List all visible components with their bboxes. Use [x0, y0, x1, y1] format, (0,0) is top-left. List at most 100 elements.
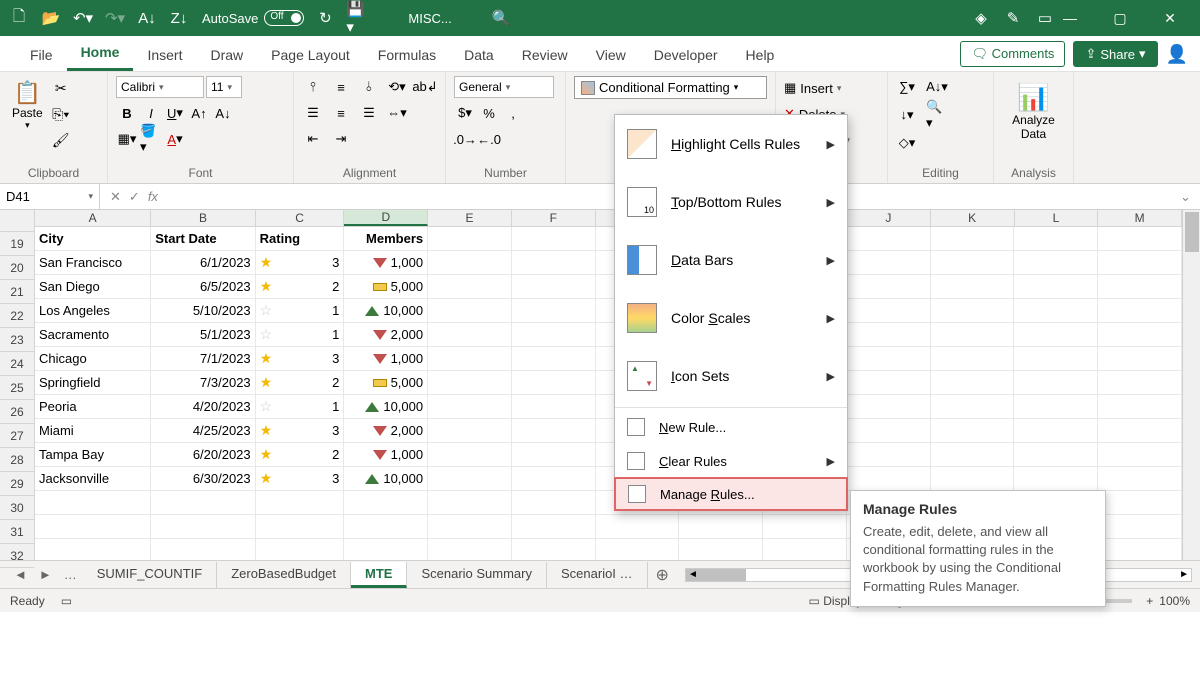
cf-menu-manage-rules[interactable]: Manage Rules...	[614, 477, 848, 511]
fill-color-icon[interactable]: 🪣▾	[140, 128, 162, 150]
cancel-formula-icon[interactable]: ✕	[110, 189, 121, 205]
cell[interactable]	[428, 251, 512, 275]
row-header[interactable]: 27	[0, 424, 34, 448]
cell[interactable]	[847, 467, 931, 491]
sort-asc-icon[interactable]: A↓	[136, 7, 158, 29]
cell[interactable]	[1098, 299, 1182, 323]
copy-icon[interactable]: ⎘▾	[51, 104, 71, 124]
cell[interactable]	[512, 275, 596, 299]
cell[interactable]	[428, 371, 512, 395]
sheet-nav-next[interactable]: ►	[33, 567, 58, 582]
cell[interactable]	[1014, 323, 1098, 347]
paste-button[interactable]: 📋 Paste ▾	[8, 76, 47, 166]
cell[interactable]	[931, 347, 1015, 371]
cell[interactable]	[344, 515, 428, 539]
cell[interactable]: San Francisco	[35, 251, 151, 275]
cell[interactable]	[344, 539, 428, 560]
cell[interactable]	[35, 515, 151, 539]
cell[interactable]	[512, 515, 596, 539]
menu-tab-review[interactable]: Review	[508, 39, 582, 71]
cell[interactable]	[1014, 443, 1098, 467]
search-icon[interactable]: 🔍	[492, 9, 511, 27]
cell[interactable]	[847, 227, 931, 251]
sheet-tab[interactable]: ZeroBasedBudget	[217, 562, 351, 588]
refresh-icon[interactable]: ↻	[314, 7, 336, 29]
cell[interactable]	[1098, 491, 1182, 515]
cell[interactable]: 4/20/2023	[151, 395, 255, 419]
cf-menu-new-rule[interactable]: New Rule...	[615, 410, 847, 444]
sort-desc-icon[interactable]: Z↓	[168, 7, 190, 29]
cell[interactable]	[256, 539, 345, 560]
wrap-text-icon[interactable]: ab↲	[414, 76, 436, 98]
cell[interactable]	[256, 515, 345, 539]
sheet-tab[interactable]: Scenario Summary	[407, 562, 547, 588]
cell[interactable]	[1098, 515, 1182, 539]
merge-icon[interactable]: ⇔▾	[386, 102, 408, 124]
wand-icon[interactable]: ✎	[1002, 7, 1024, 29]
column-header-K[interactable]: K	[931, 210, 1015, 226]
cell[interactable]	[512, 539, 596, 560]
column-header-L[interactable]: L	[1015, 210, 1099, 226]
cf-menu-icon-sets[interactable]: Icon Sets ▶	[615, 347, 847, 405]
cell[interactable]: 5/10/2023	[151, 299, 255, 323]
minimize-button[interactable]: —	[1056, 10, 1084, 27]
increase-font-icon[interactable]: A↑	[188, 102, 210, 124]
cell[interactable]	[596, 515, 680, 539]
cell[interactable]: 6/20/2023	[151, 443, 255, 467]
cf-menu-clear-rules[interactable]: Clear Rules ▶	[615, 444, 847, 478]
format-painter-icon[interactable]: 🖌	[51, 130, 71, 150]
align-bottom-icon[interactable]: ⫰	[358, 76, 380, 98]
menu-tab-developer[interactable]: Developer	[640, 39, 732, 71]
increase-indent-icon[interactable]: ⇥	[330, 128, 352, 150]
clear-icon[interactable]: ◇▾	[896, 132, 918, 154]
number-format-combo[interactable]: General▾	[454, 76, 554, 98]
sheet-nav-more[interactable]: …	[58, 567, 83, 582]
cell[interactable]	[35, 491, 151, 515]
new-file-icon[interactable]: 🗋	[8, 7, 30, 29]
orientation-icon[interactable]: ⟲▾	[386, 76, 408, 98]
vertical-scrollbar[interactable]	[1182, 210, 1200, 560]
cell[interactable]: 10,000	[344, 299, 428, 323]
align-top-icon[interactable]: ⫯	[302, 76, 324, 98]
comments-button[interactable]: 🗨 Comments	[960, 41, 1065, 67]
find-select-icon[interactable]: 🔍▾	[926, 104, 948, 126]
column-header-C[interactable]: C	[256, 210, 345, 226]
sheet-tab[interactable]: MTE	[351, 562, 407, 588]
cell[interactable]	[256, 491, 345, 515]
cell[interactable]	[512, 491, 596, 515]
row-header[interactable]: 19	[0, 232, 34, 256]
column-header-B[interactable]: B	[151, 210, 255, 226]
column-header-J[interactable]: J	[847, 210, 931, 226]
align-left-icon[interactable]: ☰	[302, 102, 324, 124]
cell[interactable]	[1014, 227, 1098, 251]
share-button[interactable]: ⇪ Share ▾	[1073, 41, 1157, 67]
select-all-corner[interactable]	[0, 210, 34, 232]
cell[interactable]	[847, 419, 931, 443]
cell[interactable]: 4/25/2023	[151, 419, 255, 443]
cell[interactable]	[428, 227, 512, 251]
cell[interactable]	[512, 395, 596, 419]
cell[interactable]	[512, 299, 596, 323]
cell[interactable]	[1014, 275, 1098, 299]
cell[interactable]: ★2	[256, 371, 345, 395]
cell[interactable]	[931, 419, 1015, 443]
cell[interactable]	[847, 395, 931, 419]
cell[interactable]	[679, 515, 763, 539]
cell[interactable]: ★3	[256, 467, 345, 491]
cell[interactable]	[151, 539, 255, 560]
row-header[interactable]: 21	[0, 280, 34, 304]
cell[interactable]	[428, 419, 512, 443]
comma-icon[interactable]: ,	[502, 102, 524, 124]
analyze-data-button[interactable]: 📊 Analyze Data	[1002, 76, 1065, 141]
cell[interactable]: 6/5/2023	[151, 275, 255, 299]
font-size-combo[interactable]: 11▾	[206, 76, 242, 98]
cell[interactable]: 2,000	[344, 419, 428, 443]
column-header-M[interactable]: M	[1098, 210, 1182, 226]
cell[interactable]	[1098, 443, 1182, 467]
align-right-icon[interactable]: ☰	[358, 102, 380, 124]
cell[interactable]	[931, 395, 1015, 419]
column-header-F[interactable]: F	[512, 210, 596, 226]
cell[interactable]	[1014, 419, 1098, 443]
cell[interactable]: Rating	[256, 227, 345, 251]
cell[interactable]: Miami	[35, 419, 151, 443]
